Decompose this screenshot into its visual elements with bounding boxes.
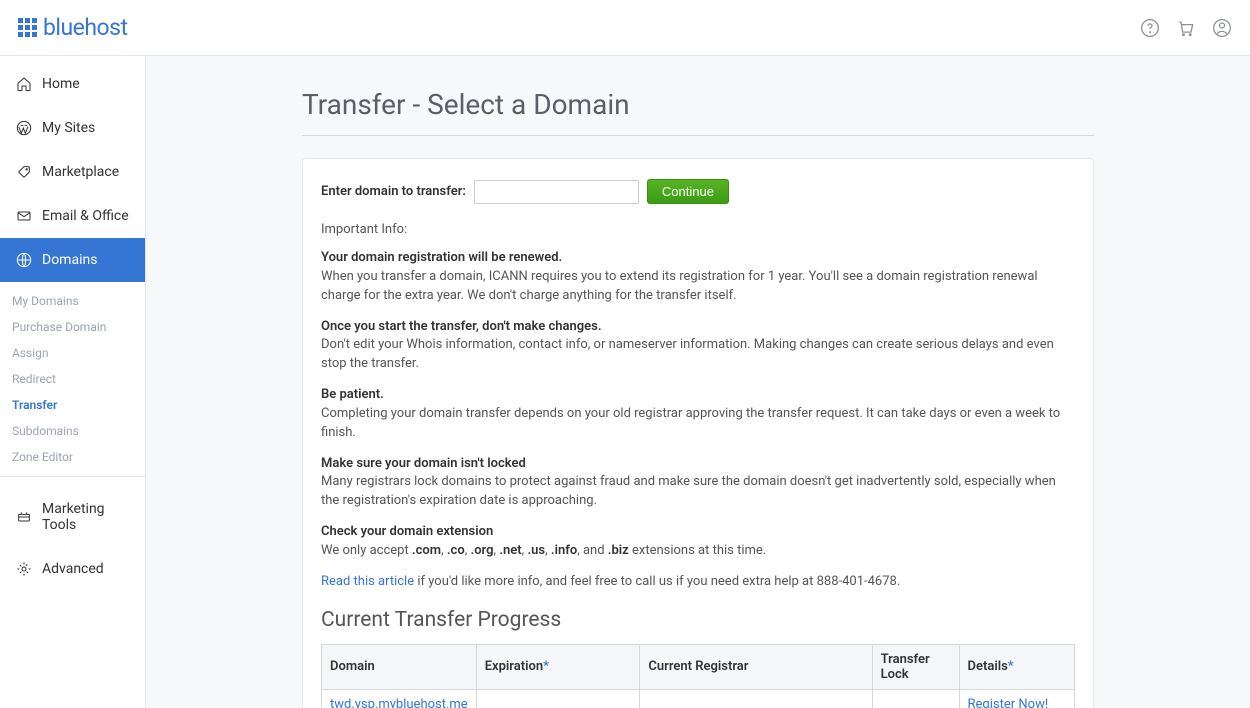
cell-lock bbox=[872, 689, 959, 708]
help-icon[interactable] bbox=[1140, 18, 1160, 38]
settings-icon bbox=[16, 561, 32, 577]
col-domain: Domain bbox=[322, 644, 477, 689]
top-header: bluehost bbox=[0, 0, 1250, 56]
transfer-progress-table: Domain Expiration* Current Registrar Tra… bbox=[321, 644, 1075, 708]
page-title: Transfer - Select a Domain bbox=[302, 88, 1094, 121]
title-divider bbox=[302, 135, 1094, 136]
domain-input[interactable] bbox=[474, 180, 639, 204]
table-row: twd.ysp.mybluehost.me Register Now! bbox=[322, 689, 1075, 708]
sidebar-item-label: Advanced bbox=[42, 561, 104, 577]
subnav-subdomains[interactable]: Subdomains bbox=[0, 418, 145, 444]
sidebar-item-advanced[interactable]: Advanced bbox=[0, 547, 145, 591]
important-info-label: Important Info: bbox=[321, 222, 1075, 237]
sidebar-item-label: My Sites bbox=[42, 120, 95, 136]
info-patient: Be patient. Completing your domain trans… bbox=[321, 386, 1075, 443]
sidebar-item-marketing[interactable]: Marketing Tools bbox=[0, 487, 145, 547]
domain-input-label: Enter domain to transfer: bbox=[321, 184, 466, 199]
read-article-link[interactable]: Read this article bbox=[321, 574, 414, 589]
globe-icon bbox=[16, 252, 32, 268]
sidebar-item-label: Home bbox=[42, 76, 80, 92]
domain-input-row: Enter domain to transfer: Continue bbox=[321, 179, 1075, 204]
brand-name: bluehost bbox=[43, 14, 128, 41]
subnav-zoneeditor[interactable]: Zone Editor bbox=[0, 444, 145, 470]
col-lock: Transfer Lock bbox=[872, 644, 959, 689]
info-nochanges: Once you start the transfer, don't make … bbox=[321, 318, 1075, 375]
sidebar-item-label: Email & Office bbox=[42, 208, 129, 224]
sidebar-item-email[interactable]: Email & Office bbox=[0, 194, 145, 238]
details-link[interactable]: Register Now! bbox=[968, 697, 1049, 708]
subnav-assign[interactable]: Assign bbox=[0, 340, 145, 366]
user-icon[interactable] bbox=[1212, 18, 1232, 38]
info-extension: Check your domain extension We only acce… bbox=[321, 523, 1075, 561]
col-expiration: Expiration* bbox=[476, 644, 640, 689]
sidebar-item-label: Marketing Tools bbox=[42, 501, 129, 533]
info-locked: Make sure your domain isn't locked Many … bbox=[321, 455, 1075, 512]
cell-registrar bbox=[640, 689, 872, 708]
subnav-mydomains[interactable]: My Domains bbox=[0, 288, 145, 314]
domains-submenu: My Domains Purchase Domain Assign Redire… bbox=[0, 282, 145, 477]
tag-icon bbox=[16, 164, 32, 180]
subnav-purchase[interactable]: Purchase Domain bbox=[0, 314, 145, 340]
info-readmore: Read this article if you'd like more inf… bbox=[321, 573, 1075, 592]
wordpress-icon bbox=[16, 120, 32, 136]
domain-link[interactable]: twd.ysp.mybluehost.me bbox=[330, 697, 468, 708]
col-details: Details* bbox=[959, 644, 1074, 689]
brand-logo[interactable]: bluehost bbox=[18, 14, 128, 41]
marketing-icon bbox=[16, 509, 32, 525]
sidebar-item-mysites[interactable]: My Sites bbox=[0, 106, 145, 150]
mail-icon bbox=[16, 208, 32, 224]
cell-expiration bbox=[476, 689, 640, 708]
main-content: Transfer - Select a Domain Enter domain … bbox=[146, 56, 1250, 708]
home-icon bbox=[16, 76, 32, 92]
info-renewal: Your domain registration will be renewed… bbox=[321, 249, 1075, 306]
logo-icon bbox=[18, 18, 37, 37]
progress-title: Current Transfer Progress bbox=[321, 608, 1075, 632]
sidebar: Home My Sites Marketplace Email & Office… bbox=[0, 56, 146, 708]
sidebar-item-label: Domains bbox=[42, 252, 97, 268]
subnav-transfer[interactable]: Transfer bbox=[0, 392, 145, 418]
continue-button[interactable]: Continue bbox=[647, 179, 729, 204]
col-registrar: Current Registrar bbox=[640, 644, 872, 689]
sidebar-item-domains[interactable]: Domains bbox=[0, 238, 145, 282]
subnav-redirect[interactable]: Redirect bbox=[0, 366, 145, 392]
sidebar-item-marketplace[interactable]: Marketplace bbox=[0, 150, 145, 194]
sidebar-item-label: Marketplace bbox=[42, 164, 119, 180]
sidebar-item-home[interactable]: Home bbox=[0, 62, 145, 106]
transfer-card: Enter domain to transfer: Continue Impor… bbox=[302, 158, 1094, 708]
cart-icon[interactable] bbox=[1176, 18, 1196, 38]
